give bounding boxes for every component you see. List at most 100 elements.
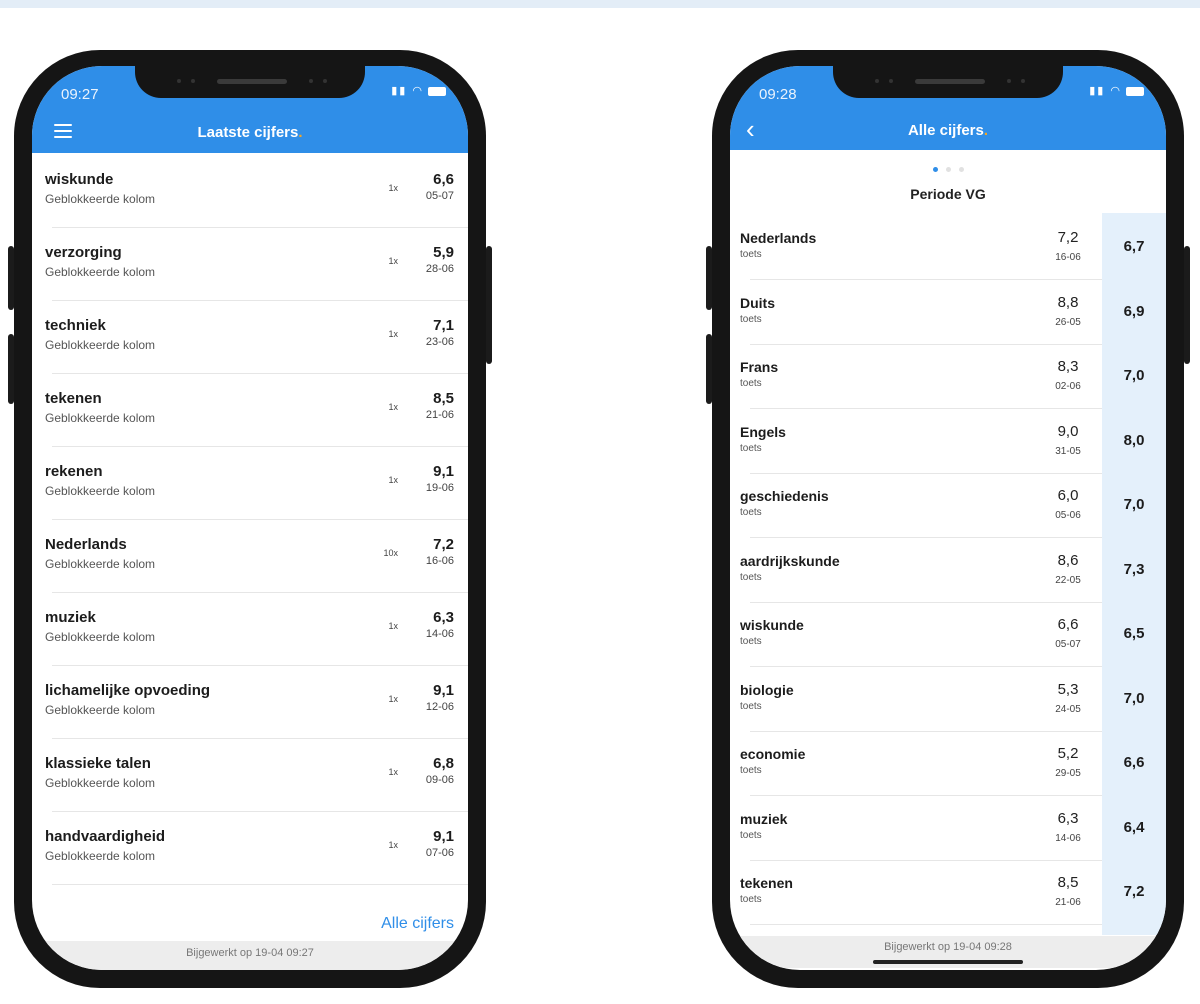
grade-description: Geblokkeerde kolom <box>45 557 156 571</box>
grade-description: Geblokkeerde kolom <box>45 411 156 425</box>
grade-date: 12-06 <box>425 701 454 713</box>
grade-row[interactable]: Nederlands toets 7,2 16-06 6,7 <box>730 216 1166 280</box>
grade-row[interactable]: Nederlands Geblokkeerde kolom 10x 7,2 16-06 <box>32 519 468 593</box>
grade-description: Geblokkeerde kolom <box>45 776 156 790</box>
grade-date: 22-05 <box>1055 574 1081 586</box>
grade-weight: 10x <box>383 548 398 558</box>
average-value: 7,0 <box>1123 496 1145 513</box>
grade-description: Geblokkeerde kolom <box>45 338 156 352</box>
grade-row[interactable]: wiskunde toets 6,6 05-07 6,5 <box>730 603 1166 667</box>
all-grades-link[interactable]: Alle cijfers <box>381 915 454 933</box>
status-icons: ▮▮ ◠ <box>391 84 446 97</box>
grade-weight: 1x <box>388 767 398 777</box>
grade-date: 28-06 <box>425 263 454 275</box>
grade-row[interactable]: muziek toets 6,3 14-06 6,4 <box>730 797 1166 861</box>
grade-weight: 1x <box>388 256 398 266</box>
grade-row[interactable]: tekenen Geblokkeerde kolom 1x 8,5 21-06 <box>32 373 468 447</box>
grade-description: toets <box>740 700 762 712</box>
grade-description: Geblokkeerde kolom <box>45 849 156 863</box>
grade-row[interactable]: tekenen toets 8,5 21-06 7,2 <box>730 861 1166 925</box>
grade-description: Geblokkeerde kolom <box>45 265 156 279</box>
grade-date: 29-05 <box>1055 768 1081 779</box>
grade-value: 7,2 <box>1057 229 1079 246</box>
grade-value: 8,5 <box>433 390 454 407</box>
phone-right: 09:28 ▮▮ ◠ ‹ Alle cijfers. Periode VG Ne… <box>706 50 1190 988</box>
grade-date: 31-05 <box>1055 445 1081 457</box>
signal-icon: ▮▮ <box>391 85 408 97</box>
grade-description: toets <box>740 636 762 647</box>
grade-row[interactable]: biologie toets 5,3 24-05 7,0 <box>730 668 1166 732</box>
average-value: 6,5 <box>1123 625 1145 642</box>
subject-name: tekenen <box>740 875 793 891</box>
status-time: 09:27 <box>61 86 99 103</box>
screen: 09:27 ▮▮ ◠ Laatste cijfers. wiskunde Gebl… <box>32 66 468 970</box>
grade-date: 07-06 <box>425 847 454 859</box>
grade-value: 8,8 <box>1057 293 1079 311</box>
subject-name: verzorging <box>45 244 122 261</box>
grade-value: 9,1 <box>433 463 454 480</box>
grade-row[interactable]: Frans toets 8,3 02-06 7,0 <box>730 345 1166 409</box>
notch <box>135 66 365 98</box>
grade-date: 14-06 <box>1055 832 1081 844</box>
grade-value: 8,3 <box>1057 358 1079 375</box>
subject-name: wiskunde <box>45 171 114 188</box>
grade-row[interactable]: Engels toets 9,0 31-05 8,0 <box>730 410 1166 474</box>
updated-text: Bijgewerkt op 19-04 09:27 <box>32 941 468 970</box>
subject-name: tekenen <box>45 390 102 407</box>
grade-value: 9,0 <box>1057 422 1079 440</box>
subject-name: muziek <box>45 609 96 626</box>
grade-value: 6,3 <box>1057 809 1079 827</box>
grade-row[interactable]: rekenen Geblokkeerde kolom 1x 9,1 19-06 <box>32 446 468 520</box>
page-dot[interactable] <box>945 167 951 172</box>
grade-value: 9,1 <box>433 682 454 699</box>
subject-name: Duits <box>740 294 775 311</box>
grade-weight: 1x <box>388 329 398 339</box>
average-value: 8,0 <box>1123 431 1145 449</box>
grade-weight: 1x <box>388 840 398 850</box>
grade-row[interactable]: lichamelijke opvoeding Geblokkeerde kolom… <box>32 665 468 739</box>
subject-name: geschiedenis <box>740 488 829 504</box>
grade-description: toets <box>740 571 762 583</box>
top-band <box>0 0 1200 8</box>
wifi-icon: ◠ <box>1110 85 1122 97</box>
grade-row[interactable]: muziek Geblokkeerde kolom 1x 6,3 14-06 <box>32 592 468 666</box>
grade-row[interactable]: geschiedenis toets 6,0 05-06 7,0 <box>730 474 1166 538</box>
grade-description: toets <box>740 249 762 260</box>
grade-weight: 1x <box>388 621 398 631</box>
grade-weight: 1x <box>388 183 398 193</box>
grade-value: 6,3 <box>433 609 454 626</box>
grade-value: 5,3 <box>1057 680 1079 698</box>
notch <box>833 66 1063 98</box>
grade-value: 6,0 <box>1057 487 1079 504</box>
grade-row[interactable]: wiskunde Geblokkeerde kolom 1x 6,6 05-07 <box>32 154 468 228</box>
grade-value: 7,1 <box>433 317 454 334</box>
grade-date: 23-06 <box>425 336 454 348</box>
grade-description: Geblokkeerde kolom <box>45 630 156 644</box>
title-dot: . <box>983 122 989 139</box>
grade-description: Geblokkeerde kolom <box>45 484 156 498</box>
grade-date: 05-07 <box>1055 639 1081 650</box>
grade-value: 5,9 <box>433 244 454 261</box>
subject-name: Nederlands <box>45 536 127 553</box>
page-title: Laatste cijfers. <box>32 124 468 141</box>
page-dot-active[interactable] <box>932 167 938 172</box>
subject-name: wiskunde <box>740 617 804 633</box>
grade-row[interactable]: klassieke talen Geblokkeerde kolom 1x 6,8 09… <box>32 738 468 812</box>
average-value: 7,3 <box>1123 560 1145 578</box>
average-value: 6,6 <box>1123 754 1145 771</box>
grade-description: toets <box>740 313 762 325</box>
wifi-icon: ◠ <box>412 85 424 97</box>
grade-row[interactable]: verzorging Geblokkeerde kolom 1x 5,9 28-06 <box>32 227 468 301</box>
grade-row[interactable]: techniek Geblokkeerde kolom 1x 7,1 23-06 <box>32 300 468 374</box>
side-button <box>706 246 712 310</box>
grade-value: 6,8 <box>433 755 454 772</box>
grade-row[interactable]: handvaardigheid Geblokkeerde kolom 1x 9,1 07… <box>32 811 468 885</box>
average-value: 6,9 <box>1123 302 1145 320</box>
battery-icon <box>428 86 446 96</box>
grade-description: toets <box>740 894 762 905</box>
grade-row[interactable]: Duits toets 8,8 26-05 6,9 <box>730 281 1166 345</box>
page-dot[interactable] <box>958 167 964 172</box>
grade-row[interactable]: aardrijkskunde toets 8,6 22-05 7,3 <box>730 539 1166 603</box>
grade-row[interactable]: economie toets 5,2 29-05 6,6 <box>730 732 1166 796</box>
page-indicator[interactable] <box>730 159 1166 177</box>
